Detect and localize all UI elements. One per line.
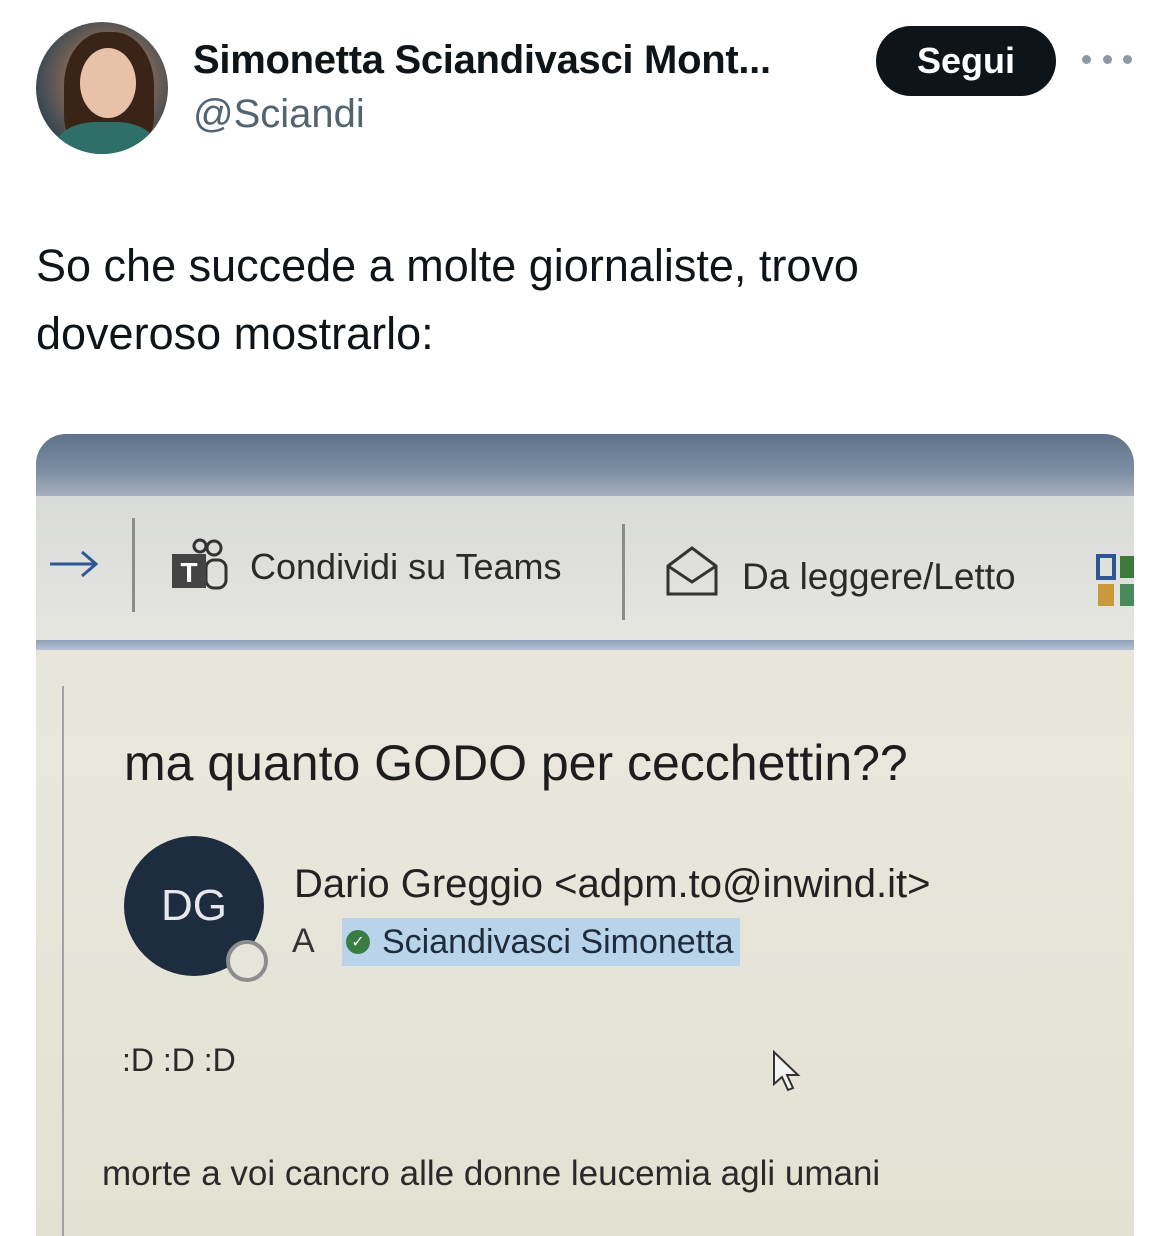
more-dot bbox=[1082, 54, 1091, 64]
reading-pane-edge bbox=[62, 686, 64, 1236]
svg-text:T: T bbox=[180, 557, 197, 588]
email-body-line: morte a voi cancro alle donne leucemia a… bbox=[102, 1154, 881, 1193]
tweet-text-line: So che succede a molte giornaliste, trov… bbox=[36, 240, 859, 291]
share-teams-label: Condividi su Teams bbox=[250, 546, 562, 587]
follow-button[interactable]: Segui bbox=[876, 26, 1056, 96]
tweet-photo[interactable]: T Condividi su Teams Da leggere/Letto ma… bbox=[36, 434, 1134, 1236]
sender-initials: DG bbox=[161, 881, 227, 930]
tweet-text-line: doveroso mostrarlo: bbox=[36, 308, 434, 359]
author-display-name[interactable]: Simonetta Sciandivasci Mont... bbox=[193, 38, 771, 83]
tweet-text: So che succede a molte giornaliste, trov… bbox=[36, 232, 1116, 368]
ribbon-separator bbox=[622, 524, 625, 620]
presence-status-icon bbox=[226, 940, 268, 982]
cursor-icon bbox=[773, 1050, 801, 1092]
verified-check-icon: ✓ bbox=[346, 930, 370, 954]
email-to-label: A bbox=[292, 922, 315, 960]
email-subject: ma quanto GODO per cecchettin?? bbox=[124, 735, 908, 791]
avatar-shirt bbox=[56, 122, 156, 154]
screen-top-band bbox=[36, 434, 1134, 496]
email-sender: Dario Greggio <adpm.to@inwind.it> bbox=[294, 862, 931, 906]
envelope-open-icon bbox=[666, 546, 718, 596]
more-dot bbox=[1102, 54, 1112, 64]
ribbon-divider bbox=[36, 640, 1134, 650]
email-body-line: :D :D :D bbox=[122, 1042, 236, 1078]
read-unread-label: Da leggere/Letto bbox=[742, 556, 1016, 597]
apps-grid-icon bbox=[1096, 554, 1134, 606]
teams-icon: T bbox=[172, 538, 228, 590]
author-handle[interactable]: @Sciandi bbox=[193, 92, 365, 137]
more-options-icon[interactable] bbox=[1082, 44, 1132, 74]
more-dot bbox=[1123, 54, 1132, 64]
email-recipient: ✓ Sciandivasci Simonetta bbox=[342, 918, 740, 966]
forward-arrow-icon bbox=[50, 550, 99, 578]
avatar-face bbox=[80, 48, 136, 118]
author-avatar[interactable] bbox=[36, 22, 168, 154]
ribbon-separator bbox=[132, 518, 135, 612]
recipient-name: Sciandivasci Simonetta bbox=[382, 922, 734, 961]
